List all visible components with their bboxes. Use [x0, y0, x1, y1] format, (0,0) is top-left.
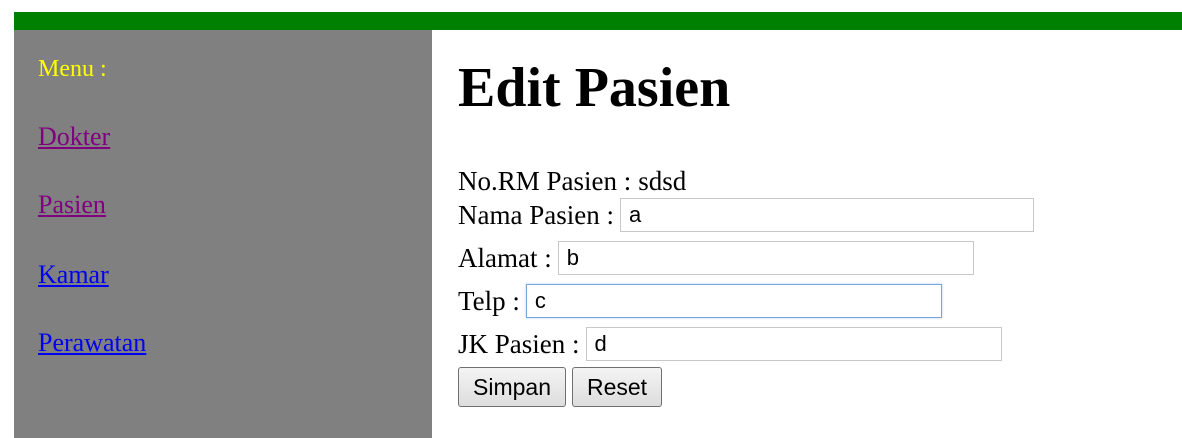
alamat-label: Alamat :	[458, 242, 552, 273]
rm-label: No.RM Pasien :	[458, 165, 632, 196]
jk-pasien-input[interactable]	[585, 327, 1002, 361]
main-content: Edit Pasien No.RM Pasien : sdsd Nama Pas…	[432, 30, 1182, 438]
button-row: Simpan Reset	[458, 367, 668, 407]
simpan-button[interactable]: Simpan	[458, 367, 566, 407]
nama-pasien-input[interactable]	[619, 198, 1034, 232]
nama-row: Nama Pasien :	[458, 196, 1034, 234]
jk-label: JK Pasien :	[458, 328, 580, 359]
menu-link-pasien[interactable]: Pasien	[38, 190, 106, 220]
sidebar-menu: Menu : Dokter Pasien Kamar Perawatan	[14, 30, 432, 438]
alamat-input[interactable]	[557, 241, 974, 275]
alamat-row: Alamat :	[458, 239, 974, 277]
rm-row: No.RM Pasien : sdsd	[458, 162, 686, 200]
rm-value: sdsd	[638, 165, 687, 196]
page-title: Edit Pasien	[458, 57, 731, 119]
telp-input[interactable]	[525, 284, 942, 318]
telp-label: Telp :	[458, 285, 520, 316]
telp-row: Telp :	[458, 282, 942, 320]
page-frame: Menu : Dokter Pasien Kamar Perawatan Edi…	[0, 0, 1182, 438]
menu-link-kamar[interactable]: Kamar	[38, 260, 109, 290]
menu-link-dokter[interactable]: Dokter	[38, 122, 110, 152]
nama-label: Nama Pasien :	[458, 199, 614, 230]
jk-row: JK Pasien :	[458, 325, 1002, 363]
menu-title: Menu :	[38, 56, 107, 82]
reset-button[interactable]: Reset	[571, 367, 663, 407]
header-bar	[14, 12, 1182, 30]
menu-link-perawatan[interactable]: Perawatan	[38, 328, 146, 358]
